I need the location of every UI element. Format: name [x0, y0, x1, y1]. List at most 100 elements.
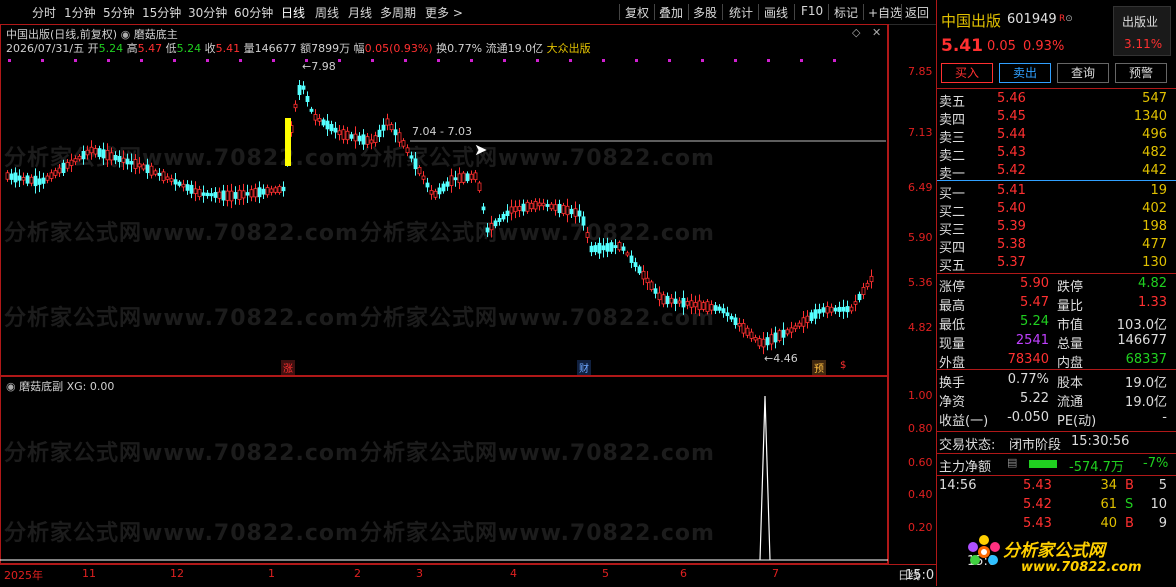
sell-button[interactable]: 卖出 [999, 63, 1051, 83]
stat-value: -0.050 [1007, 410, 1049, 425]
tab-more[interactable]: 更多 > [425, 4, 463, 21]
overlay-button[interactable]: 叠加 [659, 4, 683, 21]
quote-panel: 中国出版 601949 R⊙ 出版业 3.11% 5.41 0.05 0.93%… [905, 0, 1176, 586]
candle [53, 170, 58, 176]
candle [429, 190, 434, 195]
candle [689, 300, 694, 308]
ask-row[interactable]: 卖五 5.46 547 [939, 91, 1171, 110]
tab-intraday[interactable]: 分时 [32, 4, 56, 21]
signal-dot [41, 59, 44, 62]
candle [657, 292, 662, 301]
candle [381, 124, 386, 131]
tab-60min[interactable]: 60分钟 [234, 4, 273, 21]
tab-30min[interactable]: 30分钟 [188, 4, 227, 21]
tab-5min[interactable]: 5分钟 [103, 4, 135, 21]
buy-button[interactable]: 买入 [941, 63, 993, 83]
f10-button[interactable]: F10 [801, 4, 823, 18]
stock-code: 601949 [1007, 12, 1057, 27]
signal-dot [74, 59, 77, 62]
candle [345, 130, 350, 141]
period-toolbar: 分时 1分钟 5分钟 15分钟 30分钟 60分钟 日线 周线 月线 多周期 更… [0, 0, 936, 25]
stat-value: 5.90 [1020, 276, 1049, 291]
candle [297, 85, 302, 95]
ask-row[interactable]: 卖三 5.44 496 [939, 127, 1171, 146]
candle [745, 327, 750, 336]
candle [585, 232, 590, 238]
add-favorite-button[interactable]: +自选 [868, 4, 902, 21]
tab-daily[interactable]: 日线 [281, 4, 305, 21]
event-dividend-label[interactable]: $ [838, 360, 848, 371]
tab-monthly[interactable]: 月线 [348, 4, 372, 21]
tab-15min[interactable]: 15分钟 [142, 4, 181, 21]
stat-value: 19.0亿 [1125, 376, 1167, 391]
candle [737, 323, 742, 327]
signal-dot [371, 59, 374, 62]
ask-volume: 547 [1142, 91, 1167, 106]
tab-multi-period[interactable]: 多周期 [380, 4, 416, 21]
stat-value: 5.24 [1020, 314, 1049, 329]
candle [245, 192, 250, 196]
bid-row[interactable]: 买一 5.41 19 [939, 183, 1171, 202]
statistics-button[interactable]: 统计 [729, 4, 753, 21]
candle [669, 297, 674, 304]
bid-row[interactable]: 买二 5.40 402 [939, 201, 1171, 220]
candle [141, 164, 146, 170]
candle [445, 181, 450, 187]
candle [393, 129, 398, 136]
candle [493, 220, 498, 227]
y-tick: 5.90 [908, 231, 933, 244]
event-limit-up-label[interactable]: 涨 [281, 360, 295, 375]
ask-volume: 496 [1142, 127, 1167, 142]
trade-status: 闭市阶段 [1009, 438, 1062, 453]
ask-row[interactable]: 卖一 5.42 442 [939, 163, 1171, 182]
candle [533, 201, 538, 210]
candle [409, 155, 414, 159]
ask-row[interactable]: 卖二 5.43 482 [939, 145, 1171, 164]
candle [265, 187, 270, 196]
mark-button[interactable]: 标记 [834, 4, 858, 21]
candle [413, 158, 418, 170]
adjust-button[interactable]: 复权 [625, 4, 649, 21]
multi-stock-button[interactable]: 多股 [693, 4, 717, 21]
candle [81, 150, 86, 160]
candle [573, 208, 578, 217]
event-finance-label[interactable]: 财 [577, 360, 591, 375]
ask-volume: 482 [1142, 145, 1167, 160]
ask-row[interactable]: 卖四 5.45 1340 [939, 109, 1171, 128]
event-forecast-label[interactable]: 预 [812, 360, 826, 375]
bid-row[interactable]: 买五 5.37 130 [939, 255, 1171, 274]
candle [105, 150, 110, 161]
stock-name: 中国出版 [941, 12, 1002, 30]
bid-row[interactable]: 买三 5.39 198 [939, 219, 1171, 238]
bid-label: 买一 [939, 187, 966, 202]
main-flow-value: -574.7万 [1069, 460, 1124, 475]
sector-box[interactable]: 出版业 3.11% [1113, 6, 1171, 56]
tab-weekly[interactable]: 周线 [315, 4, 339, 21]
draw-line-button[interactable]: 画线 [764, 4, 788, 21]
bid-row[interactable]: 买四 5.38 477 [939, 237, 1171, 256]
candle [77, 155, 82, 160]
candle [257, 187, 262, 198]
tab-1min[interactable]: 1分钟 [64, 4, 96, 21]
candle [189, 184, 194, 194]
back-button[interactable]: 返回 [905, 4, 929, 21]
candle [721, 308, 726, 314]
candle [277, 186, 282, 193]
candle [209, 193, 214, 197]
signal-dot [338, 59, 341, 62]
candle [401, 140, 406, 147]
alert-button[interactable]: 预警 [1115, 63, 1167, 83]
candle [825, 306, 830, 314]
list-icon[interactable]: ▤ [1007, 456, 1017, 469]
sub-indicator-chart[interactable] [0, 376, 888, 564]
stat-value: 68337 [1125, 352, 1167, 367]
tick-row: 14:56 5.43 34 B 5 [939, 478, 1167, 493]
query-button[interactable]: 查询 [1057, 63, 1109, 83]
signal-bar [285, 118, 291, 166]
y-tick: 5.36 [908, 276, 933, 289]
candle [581, 216, 586, 226]
candlestick-chart[interactable] [0, 24, 888, 376]
stat-value: 5.22 [1020, 391, 1049, 406]
candle [849, 306, 854, 312]
range-label: 7.04 - 7.03 [412, 125, 472, 138]
